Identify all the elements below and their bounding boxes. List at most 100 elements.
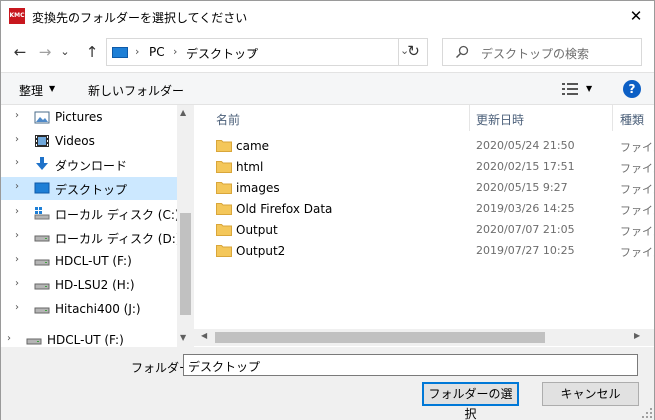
address-bar[interactable]: › PC › デスクトップ › ⌄ — [106, 38, 428, 66]
tree-item-drive-j[interactable]: › Hitachi400 (J:) — [1, 298, 177, 321]
cancel-button[interactable]: キャンセル — [542, 382, 639, 406]
tree-item-label: HDCL-UT (F:) — [47, 333, 124, 347]
expand-chevron-icon[interactable]: › — [7, 333, 11, 344]
tree-item-label: HDCL-UT (F:) — [55, 254, 132, 268]
tree-item-drive-f[interactable]: › HDCL-UT (F:) — [1, 250, 177, 273]
file-name: Output2 — [236, 244, 286, 258]
tree-item-label: Hitachi400 (J:) — [55, 302, 141, 316]
expand-chevron-icon[interactable]: › — [15, 254, 19, 265]
navigation-scroll-thumb[interactable] — [180, 213, 191, 315]
file-list: 名前 ^ 更新日時 種類 came 2020/05/24 21:50 ファイル … — [194, 105, 654, 347]
tree-item-videos[interactable]: › Videos — [1, 130, 177, 153]
breadcrumb-separator[interactable]: › — [135, 45, 139, 58]
file-name: Old Firefox Data — [236, 202, 333, 216]
tree-item-drive-c[interactable]: › ローカル ディスク (C:) — [1, 202, 177, 225]
folder-icon — [216, 203, 232, 215]
tree-item-pictures[interactable]: › Pictures — [1, 106, 177, 129]
navigation-bar: ← → ⌄ ↑ › PC › デスクトップ › ⌄ ↻ デスクトップの検索 — [1, 32, 654, 72]
expand-chevron-icon[interactable]: › — [15, 157, 19, 168]
view-options-caret-icon[interactable]: ▼ — [586, 84, 592, 93]
breadcrumb-separator[interactable]: › — [251, 45, 255, 58]
file-type: ファイル — [620, 141, 654, 154]
tree-item-downloads[interactable]: › ダウンロード — [1, 153, 177, 176]
expand-chevron-icon[interactable]: › — [15, 206, 19, 217]
expand-chevron-icon[interactable]: › — [15, 134, 19, 145]
file-date: 2020/07/07 21:05 — [476, 223, 575, 236]
column-divider[interactable] — [469, 105, 470, 131]
organize-caret-icon[interactable]: ▼ — [49, 84, 55, 93]
file-type: ファイル — [620, 183, 654, 196]
tree-item-label: ローカル ディスク (D:) — [55, 232, 177, 246]
expand-chevron-icon[interactable]: › — [15, 110, 19, 121]
expand-chevron-icon[interactable]: › — [15, 278, 19, 289]
tree-item-label: Videos — [55, 134, 95, 148]
column-header-type[interactable]: 種類 — [620, 105, 644, 131]
scroll-up-icon[interactable]: ▲ — [180, 108, 186, 117]
tree-item-label: Pictures — [55, 110, 103, 124]
tree-item-drive-d[interactable]: › ローカル ディスク (D:) — [1, 226, 177, 249]
file-date: 2020/02/15 17:51 — [476, 160, 575, 173]
search-box[interactable]: デスクトップの検索 — [442, 38, 642, 66]
expand-chevron-icon[interactable]: › — [15, 181, 19, 192]
forward-button[interactable]: → — [34, 40, 56, 64]
drive-icon — [34, 259, 50, 266]
file-row-output[interactable]: Output 2020/07/07 21:05 ファイル — [194, 220, 654, 241]
refresh-button[interactable]: ↻ — [398, 38, 428, 66]
up-button[interactable]: ↑ — [81, 40, 103, 64]
title-bar: KMC 変換先のフォルダーを選択してください ✕ — [1, 1, 654, 32]
scroll-down-icon[interactable]: ▼ — [180, 333, 186, 342]
recent-locations-button[interactable]: ⌄ — [58, 40, 72, 64]
view-options-icon[interactable] — [562, 83, 578, 95]
content-area: › Pictures › Videos › ダウンロード › デスクトップ › — [1, 105, 654, 347]
breadcrumb-desktop[interactable]: デスクトップ — [186, 45, 258, 62]
drive-icon — [26, 338, 42, 345]
scroll-left-icon[interactable]: ◀ — [201, 331, 207, 340]
file-row-html[interactable]: html 2020/02/15 17:51 ファイル — [194, 157, 654, 178]
file-date: 2020/05/15 9:27 — [476, 181, 568, 194]
file-type: ファイル — [620, 225, 654, 238]
breadcrumb-separator[interactable]: › — [173, 45, 177, 58]
column-header-name[interactable]: 名前 — [216, 105, 240, 131]
horizontal-scrollbar[interactable]: ◀ ▶ — [194, 329, 654, 346]
expand-chevron-icon[interactable]: › — [15, 302, 19, 313]
column-divider[interactable] — [612, 105, 613, 131]
file-type: ファイル — [620, 162, 654, 175]
back-button[interactable]: ← — [9, 40, 31, 64]
tree-item-drive-h[interactable]: › HD-LSU2 (H:) — [1, 274, 177, 297]
organize-button[interactable]: 整理 — [19, 82, 43, 99]
folder-picker-dialog: KMC 変換先のフォルダーを選択してください ✕ ← → ⌄ ↑ › PC › … — [0, 0, 655, 420]
file-name: came — [236, 139, 270, 153]
folder-icon — [216, 245, 232, 257]
horizontal-scroll-thumb[interactable] — [215, 332, 545, 343]
dialog-footer: フォルダー: デスクトップ フォルダーの選択 キャンセル — [1, 347, 654, 420]
new-folder-button[interactable]: 新しいフォルダー — [88, 82, 184, 99]
breadcrumb-pc[interactable]: PC — [149, 45, 165, 59]
folder-icon — [216, 140, 232, 152]
file-row-images[interactable]: images 2020/05/15 9:27 ファイル — [194, 178, 654, 199]
videos-icon — [35, 135, 49, 147]
file-date: 2019/03/26 14:25 — [476, 202, 575, 215]
drive-icon — [34, 283, 50, 290]
navigation-scrollbar[interactable]: ▲ ▼ — [177, 105, 194, 347]
file-row-output2[interactable]: Output2 2019/07/27 10:25 ファイル — [194, 241, 654, 262]
tree-item-label: HD-LSU2 (H:) — [55, 278, 135, 292]
file-name: html — [236, 160, 264, 174]
scroll-right-icon[interactable]: ▶ — [634, 331, 640, 340]
file-row-old-firefox-data[interactable]: Old Firefox Data 2019/03/26 14:25 ファイル — [194, 199, 654, 220]
expand-chevron-icon[interactable]: › — [15, 230, 19, 241]
column-header-date[interactable]: 更新日時 — [476, 105, 524, 131]
select-folder-button[interactable]: フォルダーの選択 — [422, 382, 519, 420]
download-icon — [36, 157, 48, 170]
tree-item-desktop[interactable]: › デスクトップ — [1, 177, 177, 200]
search-icon — [455, 45, 469, 59]
help-icon[interactable]: ? — [623, 80, 641, 98]
close-button[interactable]: ✕ — [618, 1, 654, 32]
tree-item-label: ローカル ディスク (C:) — [55, 208, 177, 222]
folder-icon — [216, 224, 232, 236]
tree-item-drive-f-network[interactable]: › HDCL-UT (F:) — [1, 329, 169, 347]
file-row-came[interactable]: came 2020/05/24 21:50 ファイル — [194, 136, 654, 157]
file-type: ファイル — [620, 204, 654, 217]
navigation-pane: › Pictures › Videos › ダウンロード › デスクトップ › — [1, 105, 177, 347]
folder-name-input[interactable]: デスクトップ — [183, 354, 638, 376]
resize-grip-icon[interactable] — [642, 408, 652, 418]
